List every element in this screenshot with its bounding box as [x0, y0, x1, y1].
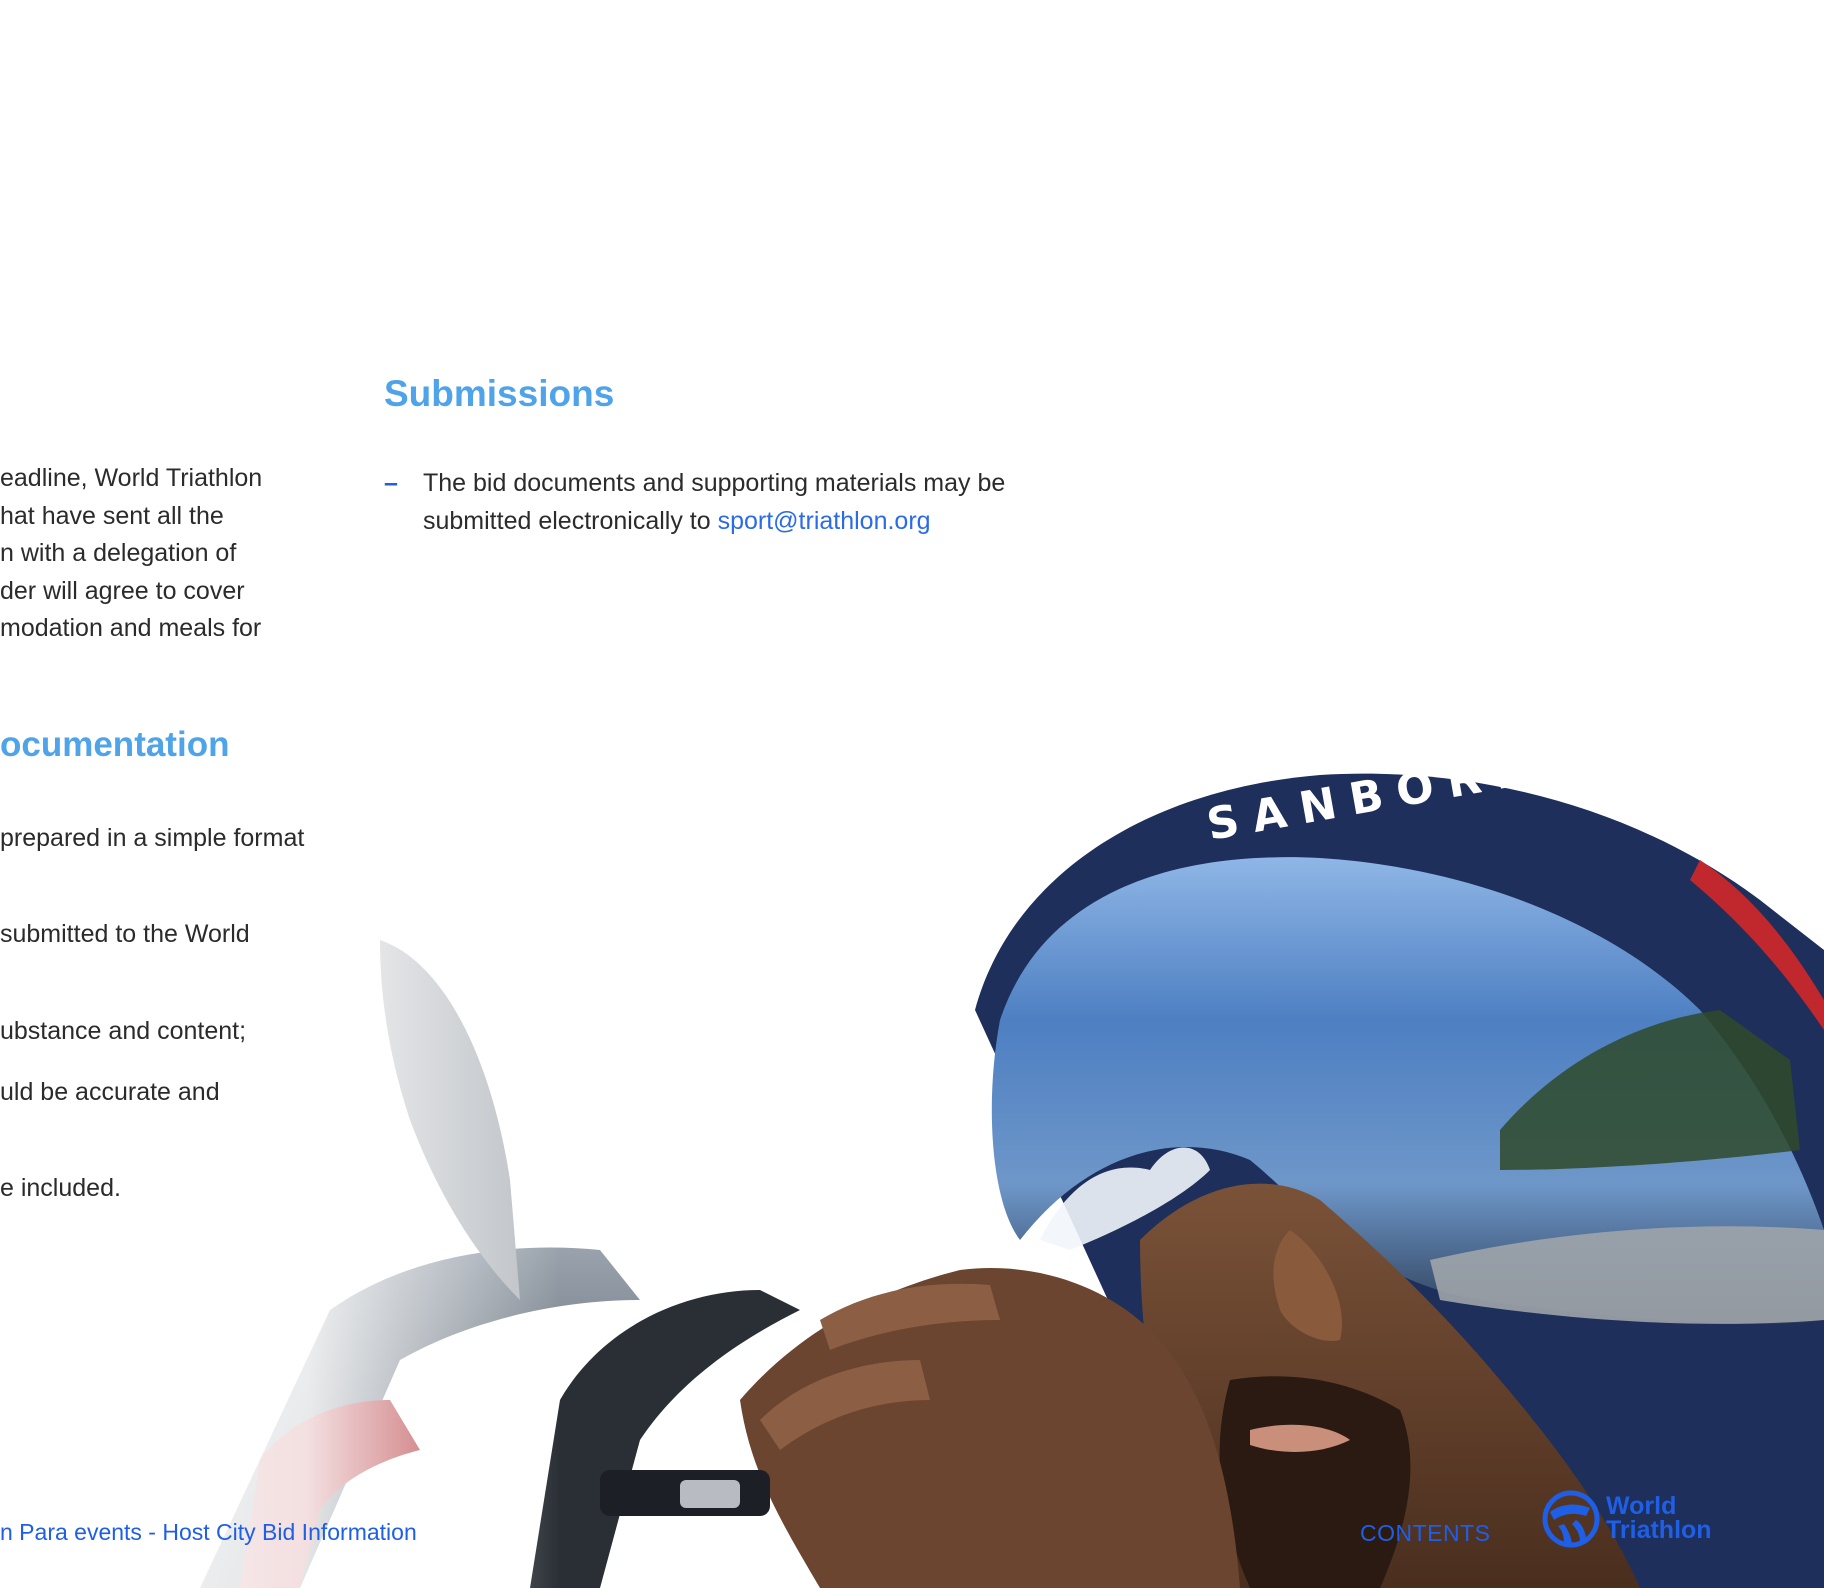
submissions-text: The bid documents and supporting materia… [423, 465, 1024, 540]
logo-wordmark: World Triathlon [1606, 1492, 1712, 1544]
list-item: e included. [0, 1174, 121, 1202]
bullet-dash: – [384, 469, 398, 497]
world-triathlon-logo: World Triathlon [1542, 1490, 1722, 1550]
intro-line: modation and meals for [0, 614, 262, 642]
list-item: submitted to the World [0, 920, 250, 948]
document-page: SANBORN eadline, World Triathlon hat hav… [0, 0, 1824, 1588]
submissions-list-item: – The bid documents and supporting mater… [384, 465, 1024, 540]
list-item: prepared in a simple format [0, 824, 305, 852]
logo-line-world: World [1606, 1492, 1677, 1520]
list-item: ubstance and content; [0, 1017, 247, 1045]
world-triathlon-logo-icon [1542, 1490, 1600, 1548]
submissions-heading: Submissions [384, 373, 615, 414]
intro-line: n with a delegation of [0, 539, 237, 567]
list-item: uld be accurate and [0, 1078, 220, 1106]
documentation-heading: ocumentation [0, 725, 230, 764]
intro-line: hat have sent all the [0, 501, 224, 530]
logo-line-triathlon: Triathlon [1606, 1516, 1712, 1544]
intro-line: der will agree to cover [0, 576, 245, 605]
left-intro-paragraph: eadline, World Triathlon hat have sent a… [0, 460, 340, 648]
athlete-photo: SANBORN [0, 0, 1824, 1588]
footer-document-title: n Para events - Host City Bid Informatio… [0, 1519, 417, 1545]
email-link[interactable]: sport@triathlon.org [718, 507, 931, 535]
intro-line: eadline, World Triathlon [0, 464, 263, 492]
contents-link[interactable]: CONTENTS [1360, 1520, 1491, 1547]
